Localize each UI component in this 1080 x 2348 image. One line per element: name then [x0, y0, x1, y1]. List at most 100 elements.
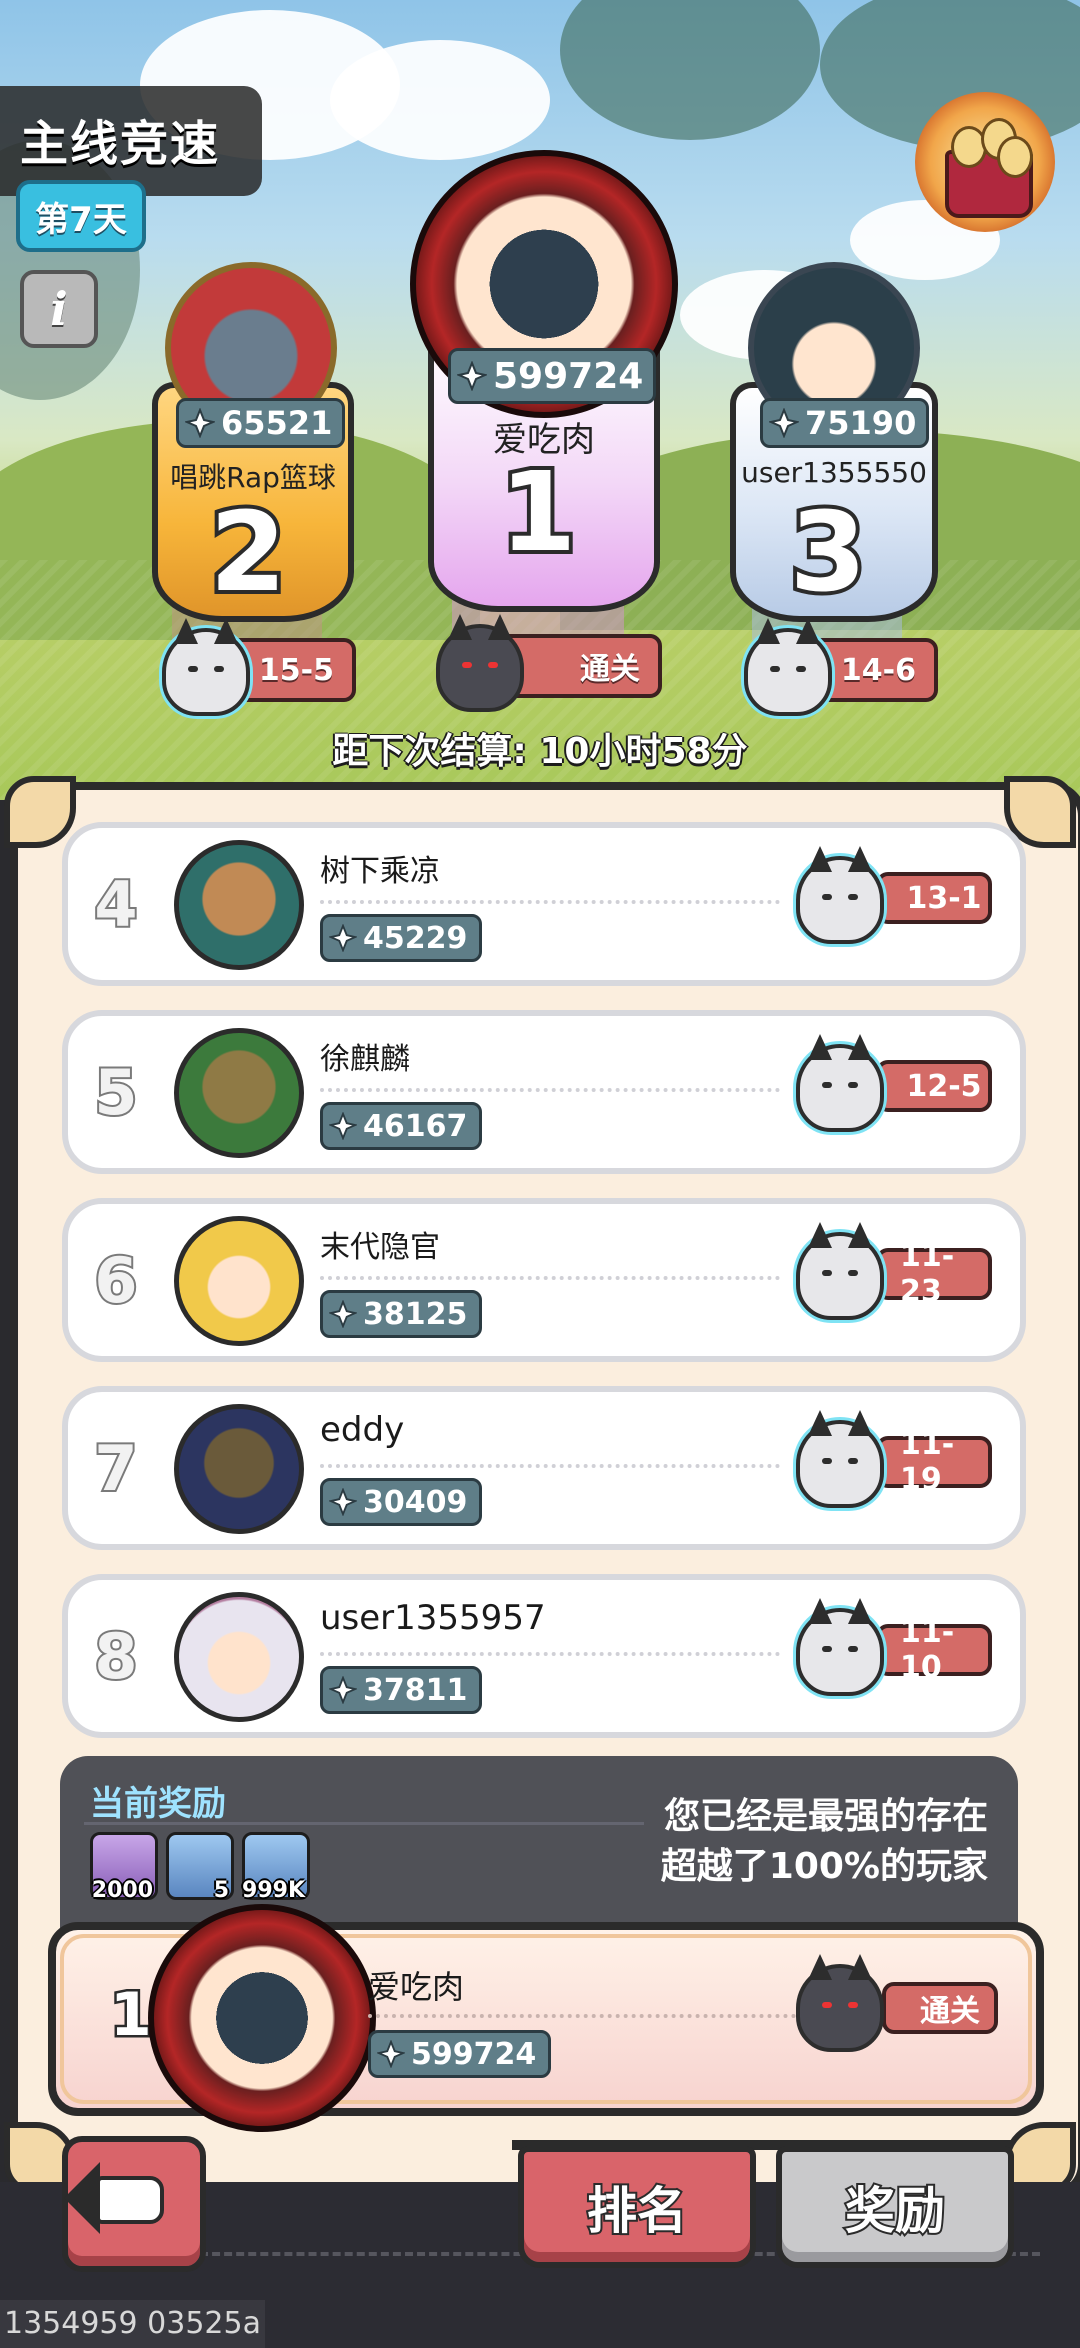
wolf-icon	[796, 1222, 884, 1320]
my-player-name: 爱吃肉	[368, 1968, 465, 2006]
avatar[interactable]	[174, 1028, 304, 1158]
rank-number-3: 3	[786, 484, 871, 620]
power-badge-rank-1: 599724	[448, 348, 657, 404]
gift-box-icon[interactable]	[915, 92, 1055, 232]
rank-number-1: 1	[496, 444, 581, 580]
row-rank: 5	[92, 1054, 139, 1131]
wolf-icon	[436, 614, 524, 712]
back-arrow-icon	[64, 2162, 164, 2234]
divider-dots	[320, 1464, 780, 1468]
divider-dots	[320, 1276, 780, 1280]
settlement-timer: 距下次结算: 10小时58分	[332, 731, 748, 772]
my-avatar[interactable]	[148, 1904, 376, 2132]
wolf-icon	[162, 618, 250, 716]
row-rank: 8	[92, 1618, 139, 1695]
sword-icon	[329, 924, 357, 952]
info-button[interactable]: i	[20, 270, 98, 348]
power-badge-rank-2: 65521	[176, 398, 346, 448]
divider-dots	[320, 1652, 780, 1656]
sword-icon	[185, 408, 215, 438]
row-player-name: 树下乘凉	[320, 854, 440, 889]
sword-icon	[329, 1488, 357, 1516]
divider-dots	[320, 900, 780, 904]
power-value: 75190	[805, 404, 917, 442]
wolf-icon	[796, 1598, 884, 1696]
avatar[interactable]	[174, 840, 304, 970]
rank-number-2: 2	[206, 484, 291, 620]
row-player-name: eddy	[320, 1410, 405, 1450]
power-value: 599724	[411, 2036, 537, 2072]
wolf-icon	[744, 618, 832, 716]
user-id-footer: 1354959 03525a	[0, 2300, 265, 2348]
row-rank: 7	[92, 1430, 139, 1507]
tree-canopy	[560, 0, 820, 140]
stage-tag: 11-10	[876, 1615, 992, 1685]
power-value: 38125	[363, 1296, 468, 1332]
power-badge: 37811	[320, 1666, 483, 1714]
power-value: 37811	[363, 1672, 468, 1708]
sword-icon	[329, 1300, 357, 1328]
stage-tag: 11-19	[876, 1427, 992, 1497]
divider-dots	[368, 2014, 820, 2018]
rank-row-6[interactable]: 6 末代隐官 38125 11-23	[62, 1198, 1026, 1362]
reward-message-line: 您已经是最强的存在	[663, 1796, 988, 1837]
stage-tag: 12-5	[876, 1060, 992, 1112]
power-badge-rank-3: 75190	[760, 398, 930, 448]
reward-count: 2000	[91, 1878, 153, 1903]
sword-icon	[329, 1112, 357, 1140]
sword-icon	[329, 1676, 357, 1704]
current-reward-bar: 当前奖励 2000 5 999K 您已经是最强的存在 超越了100%的玩家	[60, 1756, 1018, 1946]
reward-divider	[84, 1822, 644, 1825]
my-stage-tag: 通关	[882, 1982, 998, 2034]
gift-egg	[997, 136, 1033, 178]
stage-tag: 11-23	[876, 1239, 992, 1309]
page-title: 主线竞速	[20, 116, 221, 172]
reward-message: 您已经是最强的存在 超越了100%的玩家	[568, 1792, 988, 1892]
tab-ranking[interactable]: 排名	[518, 2146, 756, 2268]
power-value: 45229	[363, 920, 468, 956]
avatar[interactable]	[174, 1216, 304, 1346]
power-badge: 45229	[320, 914, 483, 962]
my-rank-number: 1	[108, 1978, 155, 2053]
sword-icon	[457, 361, 487, 391]
cloud	[330, 40, 550, 160]
wolf-icon	[796, 1034, 884, 1132]
avatar[interactable]	[174, 1592, 304, 1722]
power-badge: 38125	[320, 1290, 483, 1338]
stage-tag: 13-1	[876, 872, 992, 924]
power-badge: 30409	[320, 1478, 483, 1526]
tab-reward[interactable]: 奖励	[776, 2146, 1014, 2268]
divider-dots	[320, 1088, 780, 1092]
reward-count: 999K	[242, 1878, 305, 1903]
rank-row-4[interactable]: 4 树下乘凉 45229 13-1	[62, 822, 1026, 986]
my-power-badge: 599724	[368, 2030, 552, 2078]
my-rank-row[interactable]: 1 爱吃肉 599724 通关	[48, 1904, 1044, 2132]
player-name-rank-3: user1355550	[741, 456, 927, 489]
row-player-name: user1355957	[320, 1598, 546, 1638]
rank-row-5[interactable]: 5 徐麒麟 46167 12-5	[62, 1010, 1026, 1174]
power-badge: 46167	[320, 1102, 483, 1150]
chest-icon[interactable]: 5	[166, 1832, 234, 1903]
row-rank: 4	[92, 866, 139, 943]
row-player-name: 徐麒麟	[320, 1042, 410, 1077]
sword-icon	[769, 408, 799, 438]
wolf-icon	[796, 1410, 884, 1508]
wolf-icon	[796, 1954, 884, 2052]
wolf-icon	[796, 846, 884, 944]
power-value: 599724	[493, 355, 644, 397]
day-badge: 第7天	[16, 180, 146, 252]
avatar[interactable]	[174, 1404, 304, 1534]
rank-row-7[interactable]: 7 eddy 30409 11-19	[62, 1386, 1026, 1550]
row-rank: 6	[92, 1242, 139, 1319]
gem-icon[interactable]: 2000	[90, 1832, 158, 1903]
row-player-name: 末代隐官	[320, 1230, 440, 1265]
power-value: 46167	[363, 1108, 468, 1144]
reward-message-line: 超越了100%的玩家	[660, 1846, 988, 1887]
power-value: 65521	[221, 404, 333, 442]
sword-icon	[377, 2040, 405, 2068]
back-button[interactable]	[62, 2136, 206, 2272]
rank-row-8[interactable]: 8 user1355957 37811 11-10	[62, 1574, 1026, 1738]
power-value: 30409	[363, 1484, 468, 1520]
gold-coin-icon[interactable]: 999K	[242, 1832, 310, 1903]
reward-count: 5	[213, 1878, 229, 1903]
